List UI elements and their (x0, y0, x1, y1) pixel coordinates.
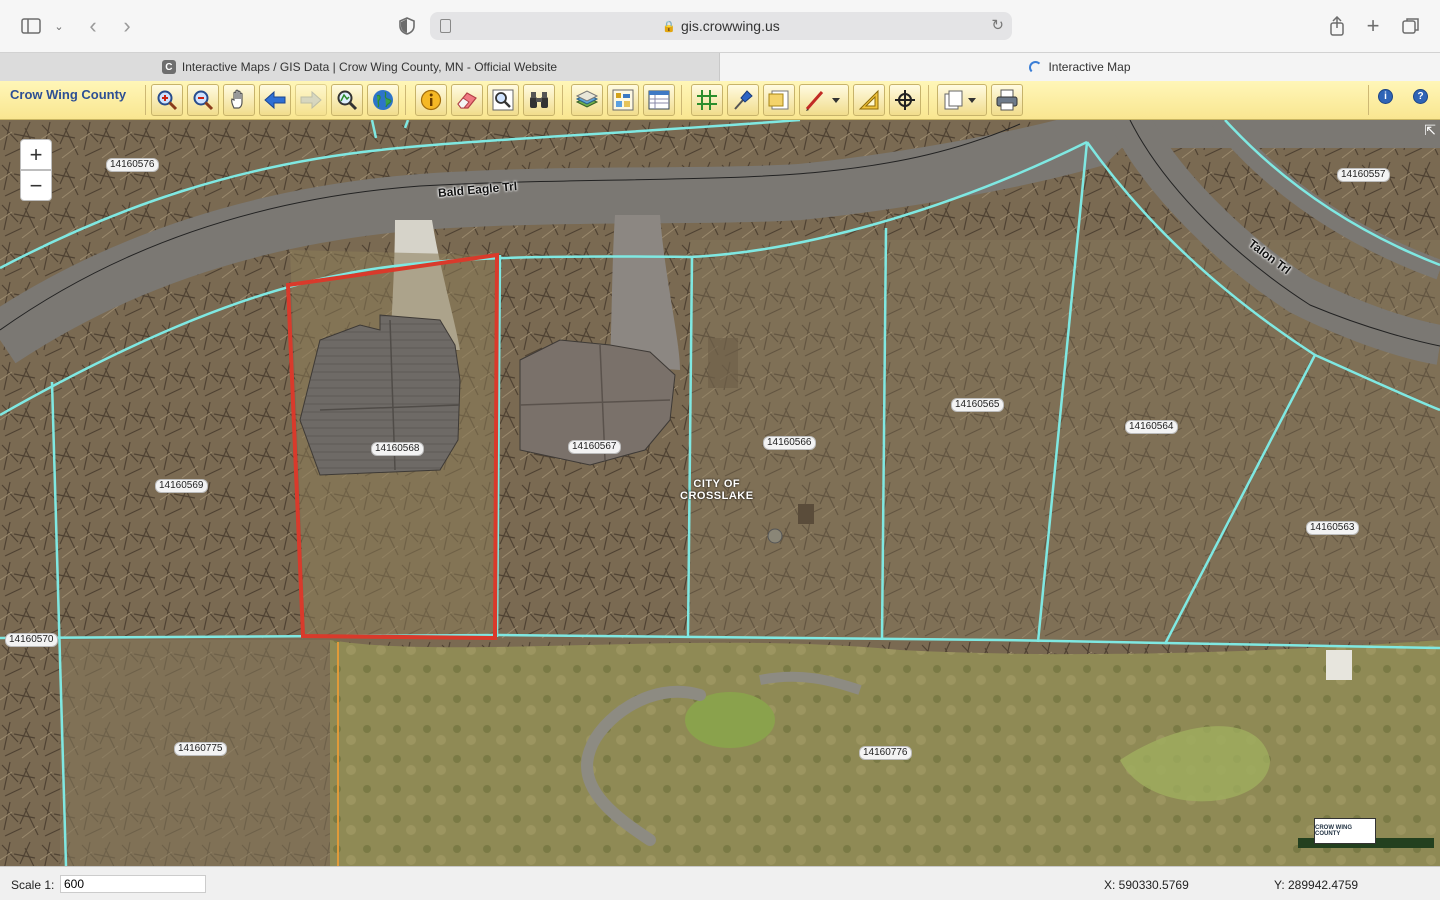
zoom-in-tool-icon[interactable] (151, 84, 183, 116)
city-label: CITY OF CROSSLAKE (680, 478, 754, 502)
parcel-label[interactable]: 14160563 (1306, 521, 1359, 535)
table-icon[interactable] (643, 84, 675, 116)
chevron-down-icon[interactable]: ⌄ (46, 14, 72, 38)
legend-icon[interactable] (607, 84, 639, 116)
layers-icon[interactable] (571, 84, 603, 116)
copy-icon[interactable] (937, 84, 987, 116)
privacy-shield-icon[interactable] (394, 14, 420, 38)
tab-bar: C Interactive Maps / GIS Data | Crow Win… (0, 52, 1440, 81)
tab-overview-icon[interactable] (1398, 14, 1424, 38)
parcel-label[interactable]: 14160576 (106, 158, 159, 172)
magnify-icon[interactable] (487, 84, 519, 116)
parcel-label[interactable]: 14160564 (1125, 420, 1178, 434)
map-canvas[interactable]: + − ⇱ Bald Eagle Trl Talon Trl 14160576 … (0, 120, 1440, 866)
info-icon[interactable]: i (1378, 89, 1393, 104)
help-icon[interactable]: ? (1413, 89, 1428, 104)
y-coordinate: Y: 289942.4759 (1274, 878, 1359, 892)
parcel-label[interactable]: 14160570 (5, 633, 58, 647)
parcel-label[interactable]: 14160565 (951, 398, 1004, 412)
parcel-label[interactable]: 14160569 (155, 479, 208, 493)
scale-label: Scale 1: (11, 878, 55, 892)
forward-arrow-icon[interactable] (295, 84, 327, 116)
crow-wing-favicon-icon: C (161, 60, 176, 74)
print-icon[interactable] (991, 84, 1023, 116)
map-favicon-icon (1029, 60, 1043, 74)
identify-icon[interactable] (415, 84, 447, 116)
county-logo-text: CROW WING COUNTY (1314, 818, 1376, 844)
parcel-label[interactable]: 14160567 (568, 440, 621, 454)
zoom-in-button[interactable]: + (20, 139, 52, 170)
county-name[interactable]: Crow Wing County (10, 87, 126, 102)
pan-hand-icon[interactable] (223, 84, 255, 116)
scale-input[interactable] (60, 875, 206, 893)
parcel-label[interactable]: 14160566 (763, 436, 816, 450)
status-bar: Scale 1: X: 590330.5769 Y: 289942.4759 (0, 866, 1440, 900)
zoom-out-button[interactable]: − (20, 170, 52, 201)
reader-icon[interactable] (440, 19, 451, 33)
share-icon[interactable] (1324, 14, 1350, 38)
parcel-label[interactable]: 14160775 (174, 742, 227, 756)
binoculars-icon[interactable] (523, 84, 555, 116)
tab-title: Interactive Map (1048, 60, 1131, 74)
back-arrow-icon[interactable] (259, 84, 291, 116)
tab-crow-wing-website[interactable]: C Interactive Maps / GIS Data | Crow Win… (0, 53, 720, 81)
tab-title: Interactive Maps / GIS Data | Crow Wing … (181, 60, 558, 74)
tab-interactive-map[interactable]: Interactive Map (720, 53, 1440, 81)
sidebar-toggle-icon[interactable] (18, 14, 44, 38)
globe-icon[interactable] (367, 84, 399, 116)
browser-toolbar: ⌄ ‹ › 🔒 gis.crowwing.us ↻ + (0, 0, 1440, 52)
pin-icon[interactable] (727, 84, 759, 116)
zoom-extent-icon[interactable] (331, 84, 363, 116)
lock-icon: 🔒 (662, 20, 676, 33)
parcel-label-selected[interactable]: 14160568 (371, 442, 424, 456)
eraser-icon[interactable] (451, 84, 483, 116)
parcel-label[interactable]: 14160776 (859, 746, 912, 760)
reload-icon[interactable]: ↻ (991, 16, 1004, 34)
forward-icon[interactable]: › (114, 13, 140, 38)
url-text: gis.crowwing.us (680, 18, 780, 34)
back-icon[interactable]: ‹ (80, 13, 106, 38)
pencil-icon[interactable] (799, 84, 849, 116)
collapse-icon[interactable]: ⇱ (1424, 122, 1436, 139)
locate-icon[interactable] (889, 84, 921, 116)
x-coordinate: X: 590330.5769 (1104, 878, 1189, 892)
measure-icon[interactable] (853, 84, 885, 116)
county-logo: CROW WING COUNTY (1298, 818, 1434, 850)
grid-icon[interactable] (691, 84, 723, 116)
address-bar[interactable]: 🔒 gis.crowwing.us ↻ (430, 12, 1012, 40)
gis-toolbar: Crow Wing County i ? (0, 81, 1440, 120)
new-tab-icon[interactable]: + (1360, 13, 1386, 38)
note-icon[interactable] (763, 84, 795, 116)
parcel-label[interactable]: 14160557 (1337, 168, 1390, 182)
zoom-out-tool-icon[interactable] (187, 84, 219, 116)
